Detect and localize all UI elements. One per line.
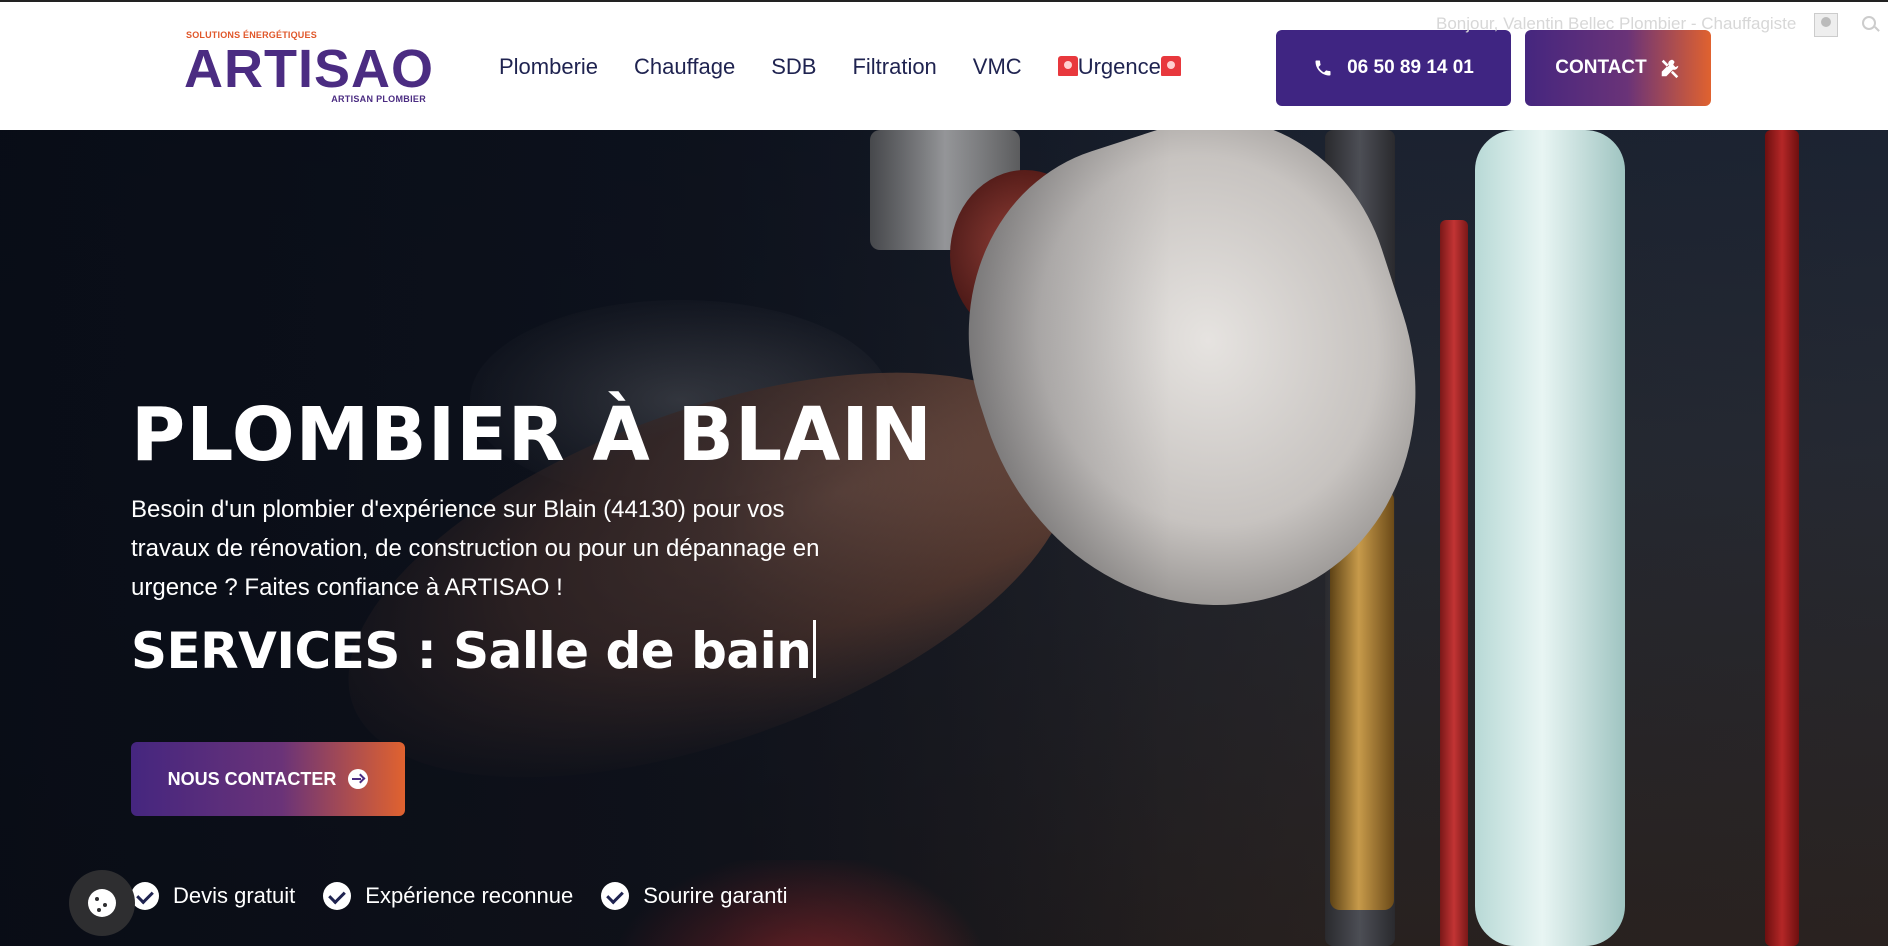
nav-item-sdb[interactable]: SDB	[771, 52, 816, 82]
search-icon[interactable]	[1862, 16, 1876, 30]
services-typewriter: SERVICES : Salle de bain	[131, 620, 817, 680]
badge-devis: Devis gratuit	[131, 882, 295, 910]
user-greeting: Bonjour, Valentin Bellec Plombier - Chau…	[1436, 14, 1797, 33]
nous-contacter-label: NOUS CONTACTER	[167, 768, 337, 789]
nav-item-chauffage[interactable]: Chauffage	[634, 52, 735, 82]
main-nav: Plomberie Chauffage SDB Filtration VMC U…	[499, 52, 1217, 82]
avatar[interactable]	[1814, 13, 1838, 37]
text-cursor	[813, 620, 817, 678]
check-circle-icon	[323, 882, 352, 910]
trust-badges: Devis gratuit Expérience reconnue Sourir…	[131, 882, 816, 910]
siren-icon	[1057, 56, 1078, 76]
phone-button[interactable]: 06 50 89 14 01	[1276, 30, 1511, 106]
badge-label: Expérience reconnue	[365, 883, 574, 908]
phone-icon	[1315, 60, 1331, 76]
hero-title: PLOMBIER À BLAIN	[131, 392, 933, 478]
cookie-settings-button[interactable]	[69, 870, 135, 936]
services-typed-text: Salle de bain	[453, 622, 812, 680]
arrow-right-circle-icon	[348, 769, 369, 789]
logo-wordmark: ARTISAO	[184, 39, 434, 99]
hero-description: Besoin d'un plombier d'expérience sur Bl…	[131, 496, 820, 601]
tools-icon	[1661, 59, 1678, 79]
nav-item-filtration[interactable]: Filtration	[852, 52, 936, 82]
nav-item-vmc[interactable]: VMC	[973, 52, 1022, 82]
nav-item-urgence[interactable]: Urgence	[1057, 52, 1181, 82]
site-header: SOLUTIONS ÉNERGÉTIQUES ARTISAO ARTISAN P…	[0, 0, 1888, 130]
badge-experience: Expérience reconnue	[323, 882, 573, 910]
check-circle-icon	[601, 882, 630, 910]
nav-item-urgence-label: Urgence	[1077, 54, 1161, 79]
contact-button[interactable]: CONTACT	[1525, 30, 1711, 106]
nav-item-plomberie[interactable]: Plomberie	[499, 52, 598, 82]
logo-subtitle: ARTISAN PLOMBIER	[331, 94, 426, 104]
hero-section: PLOMBIER À BLAIN Besoin d'un plombier d'…	[0, 130, 1888, 946]
badge-label: Devis gratuit	[173, 883, 296, 908]
cookie-icon	[88, 889, 116, 917]
badge-sourire: Sourire garanti	[601, 882, 788, 910]
services-prefix: SERVICES :	[131, 622, 454, 680]
nous-contacter-button[interactable]: NOUS CONTACTER	[131, 742, 405, 816]
check-circle-icon	[131, 882, 159, 910]
siren-icon	[1160, 56, 1181, 76]
badge-label: Sourire garanti	[643, 883, 788, 908]
contact-button-label: CONTACT	[1555, 57, 1647, 78]
artisao-logo[interactable]: SOLUTIONS ÉNERGÉTIQUES ARTISAO ARTISAN P…	[184, 28, 433, 108]
phone-button-label: 06 50 89 14 01	[1347, 57, 1474, 78]
